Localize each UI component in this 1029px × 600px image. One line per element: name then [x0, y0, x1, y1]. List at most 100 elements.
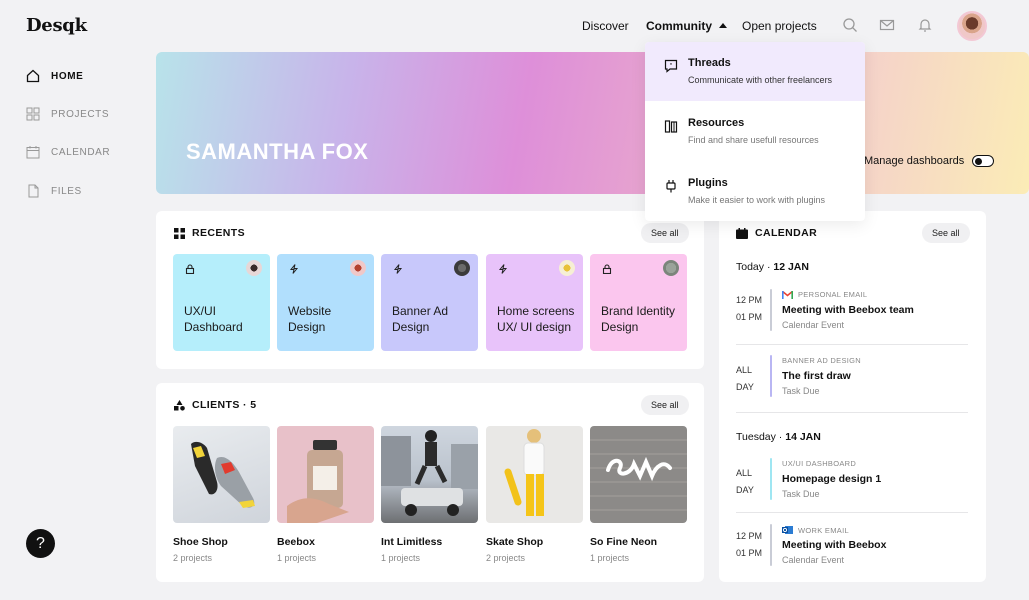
sidebar-item-calendar[interactable]: CALENDAR — [26, 145, 110, 159]
nav-open-projects[interactable]: Open projects — [742, 19, 817, 33]
event-tag: WORK EMAIL — [782, 525, 849, 535]
recent-project-label: Banner Ad Design — [392, 304, 449, 334]
recent-project-label: UX/UI Dashboard — [184, 304, 243, 334]
event-tag: UX/UI DASHBOARD — [782, 459, 856, 468]
event-tag: BANNER AD DESIGN — [782, 356, 861, 365]
event-type: Task Due — [782, 489, 820, 499]
calendar-header: CALENDAR — [736, 227, 817, 239]
collaborator-avatar — [350, 260, 366, 276]
brand-logo[interactable]: Desqk — [26, 15, 87, 36]
clients-title-text: CLIENTS — [192, 399, 240, 411]
client-image-int-limitless[interactable] — [381, 426, 478, 523]
user-avatar[interactable] — [957, 11, 987, 41]
event-time-end: 01 PM — [736, 312, 763, 322]
plug-icon — [666, 180, 676, 193]
recents-see-all-button[interactable]: See all — [641, 223, 689, 243]
clients-count: 5 — [250, 399, 257, 411]
collaborator-avatar — [246, 260, 262, 276]
clients-title: CLIENTS · 5 — [192, 399, 257, 411]
event-time-end: DAY — [736, 485, 754, 495]
day-date: 14 JAN — [785, 431, 821, 443]
menu-item-description: Communicate with other freelancers — [688, 75, 833, 85]
menu-item-threads[interactable]: " Threads Communicate with other freelan… — [645, 42, 865, 101]
recent-project-card[interactable]: Banner Ad Design — [381, 254, 478, 351]
event-time-end: 01 PM — [736, 548, 763, 558]
gmail-icon — [782, 290, 793, 299]
toggle-switch[interactable] — [972, 155, 995, 167]
client-project-count: 1 projects — [381, 553, 421, 563]
event-title[interactable]: The first draw — [782, 370, 851, 382]
client-image-beebox[interactable] — [277, 426, 374, 523]
recents-header: RECENTS — [174, 227, 245, 239]
help-button[interactable]: ? — [26, 529, 55, 558]
skater-image — [381, 430, 478, 516]
event-type: Task Due — [782, 386, 820, 396]
event-time: 12 PM 01 PM — [736, 528, 762, 562]
event-title[interactable]: Meeting with Beebox team — [782, 304, 914, 316]
calendar-icon — [26, 146, 40, 159]
client-image-shoe-shop[interactable] — [173, 426, 270, 523]
svg-text:": " — [670, 63, 673, 70]
collaborator-avatar — [559, 260, 575, 276]
manage-dashboards-label: Manage dashboards — [864, 155, 965, 167]
grid-icon — [26, 107, 40, 121]
client-image-skate-shop[interactable] — [486, 426, 583, 523]
nav-community-label: Community — [646, 19, 712, 33]
event-tag-label: BANNER AD DESIGN — [782, 356, 861, 365]
menu-item-title: Threads — [688, 57, 731, 69]
menu-item-description: Make it easier to work with plugins — [688, 195, 826, 205]
event-time-start: 12 PM — [736, 295, 763, 305]
client-name[interactable]: Shoe Shop — [173, 536, 228, 548]
outlook-icon — [782, 526, 793, 534]
event-tag-label: WORK EMAIL — [798, 525, 849, 535]
profile-hero-banner — [156, 52, 1029, 194]
client-name[interactable]: Beebox — [277, 536, 315, 548]
nav-community[interactable]: Community — [646, 19, 727, 33]
recent-project-card[interactable]: Brand Identity Design — [590, 254, 687, 351]
recent-project-card[interactable]: Home screens UX/ UI design — [486, 254, 583, 351]
client-image-so-fine-neon[interactable] — [590, 426, 687, 523]
calendar-see-all-button[interactable]: See all — [922, 223, 970, 243]
event-color-bar — [770, 458, 772, 500]
mail-icon[interactable] — [879, 17, 895, 33]
nav-discover[interactable]: Discover — [582, 19, 629, 33]
quote-icon: " — [664, 59, 678, 73]
menu-item-plugins[interactable]: Plugins Make it easier to work with plug… — [645, 162, 865, 221]
recent-project-card[interactable]: Website Design — [277, 254, 374, 351]
event-time-start: ALL — [736, 468, 753, 478]
divider — [736, 412, 968, 413]
event-title[interactable]: Homepage design 1 — [782, 473, 881, 485]
event-time: ALL DAY — [736, 465, 754, 499]
sidebar-item-label: PROJECTS — [51, 108, 110, 120]
event-time-start: ALL — [736, 365, 753, 375]
shapes-icon — [174, 399, 185, 411]
menu-item-resources[interactable]: Resources Find and share usefull resourc… — [645, 102, 865, 161]
recent-project-card[interactable]: UX/UI Dashboard — [173, 254, 270, 351]
divider — [736, 512, 968, 513]
client-name[interactable]: Skate Shop — [486, 536, 543, 548]
sidebar-item-home[interactable]: HOME — [26, 69, 83, 83]
client-name[interactable]: Int Limitless — [381, 536, 442, 548]
client-project-count: 2 projects — [486, 553, 526, 563]
event-title[interactable]: Meeting with Beebox — [782, 539, 886, 551]
client-name[interactable]: So Fine Neon — [590, 536, 657, 548]
sidebar-item-label: HOME — [51, 70, 84, 82]
clients-header: CLIENTS · 5 — [174, 399, 257, 411]
sidebar-item-projects[interactable]: PROJECTS — [26, 107, 109, 121]
sidebar-item-label: FILES — [51, 185, 82, 197]
clients-see-all-button[interactable]: See all — [641, 395, 689, 415]
event-tag-label: UX/UI DASHBOARD — [782, 459, 857, 468]
calendar-icon — [736, 227, 748, 239]
model-image — [504, 429, 545, 516]
menu-item-description: Find and share usefull resources — [688, 135, 819, 145]
search-icon[interactable] — [842, 17, 858, 33]
recent-project-label: Website Design — [288, 304, 332, 334]
dashboard-icon — [174, 227, 185, 239]
sidebar-item-files[interactable]: FILES — [26, 184, 82, 198]
manage-dashboards-toggle[interactable]: Manage dashboards — [864, 155, 995, 167]
event-type: Calendar Event — [782, 320, 845, 330]
event-tag-label: PERSONAL EMAIL — [798, 290, 868, 299]
event-type: Calendar Event — [782, 555, 845, 565]
bell-icon[interactable] — [917, 17, 933, 33]
event-color-bar — [770, 524, 772, 566]
